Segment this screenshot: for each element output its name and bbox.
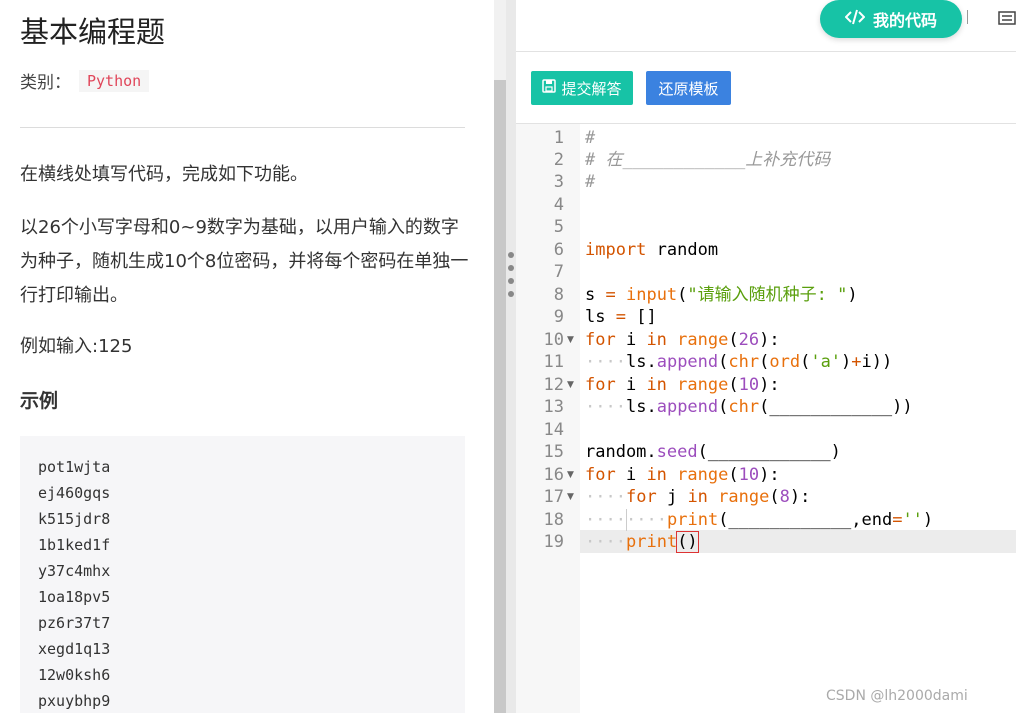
line-number: 14 (543, 420, 564, 440)
editor-header: 我的代码 (516, 0, 1016, 52)
code-line[interactable]: ls = [] (585, 306, 657, 328)
fold-arrow-icon[interactable]: ▼ (567, 329, 574, 351)
line-number: 6 (553, 240, 564, 260)
code-line[interactable]: for i in range(10): (585, 374, 780, 396)
line-number: 13 (543, 397, 564, 417)
example-input: 例如输入:125 (20, 336, 133, 357)
line-number: 4 (553, 195, 564, 215)
example-line: ej460gqs (38, 484, 111, 502)
splitter-grip-dot (508, 252, 514, 258)
example-line: y37c4mhx (38, 562, 111, 580)
my-code-button[interactable]: 我的代码 (820, 0, 962, 38)
splitter-grip-dot (508, 291, 514, 297)
category-label: 类别： (20, 73, 71, 93)
example-line: pz6r37t7 (38, 614, 111, 632)
code-line[interactable]: for i in range(26): (585, 329, 780, 351)
line-number: 17 (543, 487, 564, 507)
my-code-label: 我的代码 (872, 11, 937, 30)
code-line[interactable]: # (585, 171, 595, 193)
line-number: 18 (543, 510, 564, 530)
csdn-watermark: CSDN @lh2000dami (826, 688, 968, 704)
code-line[interactable]: ····print() (585, 531, 699, 553)
line-number: 12 (543, 375, 564, 395)
problem-description: 以26个小写字母和0~9数字为基础，以用户输入的数字为种子，随机生成10个8位密… (20, 217, 469, 306)
submit-answer-label: 提交解答 (561, 79, 622, 98)
line-number: 11 (543, 352, 564, 372)
divider (20, 127, 465, 128)
line-number: 5 (553, 217, 564, 237)
code-line[interactable]: # 在____________上补充代码 (585, 149, 830, 171)
problem-title: 基本编程题 (20, 15, 166, 49)
line-number: 2 (553, 150, 564, 170)
left-scrollbar-thumb[interactable] (494, 80, 506, 713)
example-line: pot1wjta (38, 458, 111, 476)
left-scrollbar[interactable] (494, 0, 506, 713)
category-row: 类别： Python (20, 68, 150, 93)
line-number: 10 (543, 330, 564, 350)
code-line[interactable]: # (585, 127, 595, 149)
line-number: 15 (543, 442, 564, 462)
code-editor[interactable]: 1 2 3 4 5 6 7 8 9 10 11 12 13 14 15 16 1… (516, 123, 1016, 713)
code-line[interactable]: s = input("请输入随机种子: ") (585, 284, 858, 306)
example-line: 1oa18pv5 (38, 588, 111, 606)
submit-answer-button[interactable]: 提交解答 (531, 71, 633, 105)
example-title: 示例 (20, 390, 59, 412)
fold-arrow-icon[interactable]: ▼ (567, 374, 574, 396)
line-number: 19 (543, 532, 564, 552)
code-line[interactable]: ····ls.append(chr(ord('a')+i)) (585, 351, 892, 373)
line-number: 9 (553, 307, 564, 327)
fold-arrow-icon[interactable]: ▼ (567, 464, 574, 486)
line-number-gutter: 1 2 3 4 5 6 7 8 9 10 11 12 13 14 15 16 1… (516, 124, 580, 713)
list-icon[interactable] (998, 10, 1016, 25)
example-line: k515jdr8 (38, 510, 111, 528)
splitter-grip-dot (508, 278, 514, 284)
example-line: 1b1ked1f (38, 536, 111, 554)
code-line[interactable]: ········print(____________,end='') (585, 509, 933, 531)
line-number: 3 (553, 172, 564, 192)
example-line: xegd1q13 (38, 640, 111, 658)
save-icon (542, 79, 557, 97)
code-line[interactable]: ····for j in range(8): (585, 486, 810, 508)
panel-splitter[interactable] (506, 0, 516, 713)
example-line: 12w0ksh6 (38, 666, 111, 684)
line-number: 7 (553, 262, 564, 282)
code-line[interactable]: import random (585, 239, 718, 261)
problem-panel: 基本编程题 类别： Python 在横线处填写代码，完成如下功能。 以26个小写… (0, 0, 494, 713)
code-line[interactable]: ····ls.append(chr(____________)) (585, 396, 913, 418)
example-output-box: pot1wjta ej460gqs k515jdr8 1b1ked1f y37c… (20, 436, 465, 713)
code-line[interactable]: for i in range(10): (585, 464, 780, 486)
fold-arrow-icon[interactable]: ▼ (567, 486, 574, 508)
line-number: 1 (553, 128, 564, 148)
code-line[interactable]: random.seed(____________) (585, 441, 841, 463)
code-icon (844, 9, 866, 29)
line-number: 8 (553, 285, 564, 305)
line-number: 16 (543, 465, 564, 485)
reset-template-button[interactable]: 还原模板 (646, 71, 731, 105)
category-tag[interactable]: Python (79, 69, 150, 92)
header-separator (967, 10, 968, 24)
splitter-grip-dot (508, 265, 514, 271)
example-line: pxuybhp9 (38, 692, 111, 710)
problem-instruction: 在横线处填写代码，完成如下功能。 (20, 164, 308, 185)
